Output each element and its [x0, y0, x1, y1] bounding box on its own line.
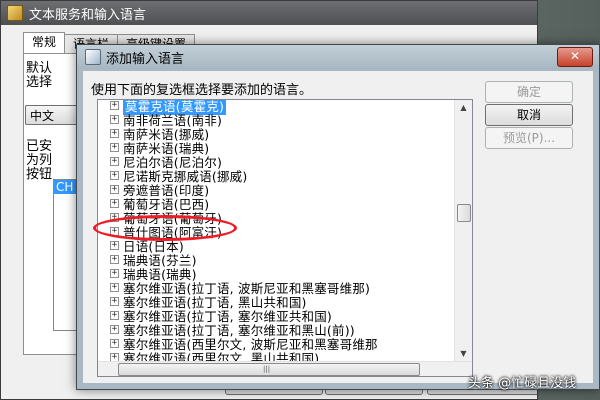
expand-icon[interactable]: +	[110, 255, 119, 264]
back-window-titlebar[interactable]: 文本服务和输入语言	[1, 1, 537, 25]
expand-icon[interactable]: +	[110, 171, 119, 180]
installed-service-item[interactable]: CH	[54, 180, 78, 194]
default-language-dropdown[interactable]: 中文	[25, 105, 79, 125]
installed-label: 已安	[26, 139, 53, 154]
dialog-titlebar[interactable]: 添加输入语言	[77, 45, 599, 69]
back-window-title: 文本服务和输入语言	[29, 7, 147, 23]
expand-icon[interactable]: +	[110, 241, 119, 250]
expand-icon[interactable]: +	[110, 101, 119, 110]
vertical-scroll-thumb[interactable]	[457, 204, 471, 222]
scroll-up-icon[interactable]: ▲	[455, 100, 472, 116]
highlight-circle	[93, 215, 237, 241]
dialog-instruction: 使用下面的复选框选择要添加的语言。	[91, 83, 313, 98]
expand-icon[interactable]: +	[110, 325, 119, 334]
expand-icon[interactable]: +	[110, 157, 119, 166]
expand-icon[interactable]: +	[110, 269, 119, 278]
vertical-scrollbar[interactable]: ▲ ▼	[454, 100, 472, 362]
preview-button[interactable]: 预览(P)...	[485, 127, 573, 149]
close-icon[interactable]: ✕	[557, 47, 593, 67]
expand-icon[interactable]: +	[110, 143, 119, 152]
expand-icon[interactable]: +	[110, 185, 119, 194]
horizontal-scroll-thumb[interactable]: |||	[118, 363, 420, 376]
tab-general[interactable]: 常规	[23, 32, 66, 55]
scroll-down-icon[interactable]: ▼	[455, 346, 472, 362]
language-item-label: 塞尔维亚语(西里尔文, 黑山共和国)	[123, 351, 320, 362]
dialog-title: 添加输入语言	[106, 51, 185, 67]
expand-icon[interactable]: +	[110, 199, 119, 208]
scroll-grip-icon: |||	[263, 365, 271, 373]
expand-icon[interactable]: +	[110, 129, 119, 138]
expand-icon[interactable]: +	[110, 311, 119, 320]
keyboard-settings-icon	[7, 5, 23, 21]
cancel-button[interactable]: 取消	[485, 104, 573, 126]
default-label: 默认	[26, 61, 53, 76]
expand-icon[interactable]: +	[110, 283, 119, 292]
dialog-window-icon	[85, 49, 101, 65]
expand-icon[interactable]: +	[110, 339, 119, 348]
expand-icon[interactable]: +	[110, 115, 119, 124]
ok-button[interactable]: 确定	[485, 81, 573, 103]
select-label: 选择	[26, 75, 53, 90]
watermark-text: 头条 @忙碌且没钱	[468, 376, 577, 391]
list-label: 为列	[26, 153, 53, 168]
expand-icon[interactable]: +	[110, 297, 119, 306]
horizontal-scrollbar[interactable]: |||	[98, 361, 472, 376]
button-label: 按钮	[26, 167, 53, 182]
